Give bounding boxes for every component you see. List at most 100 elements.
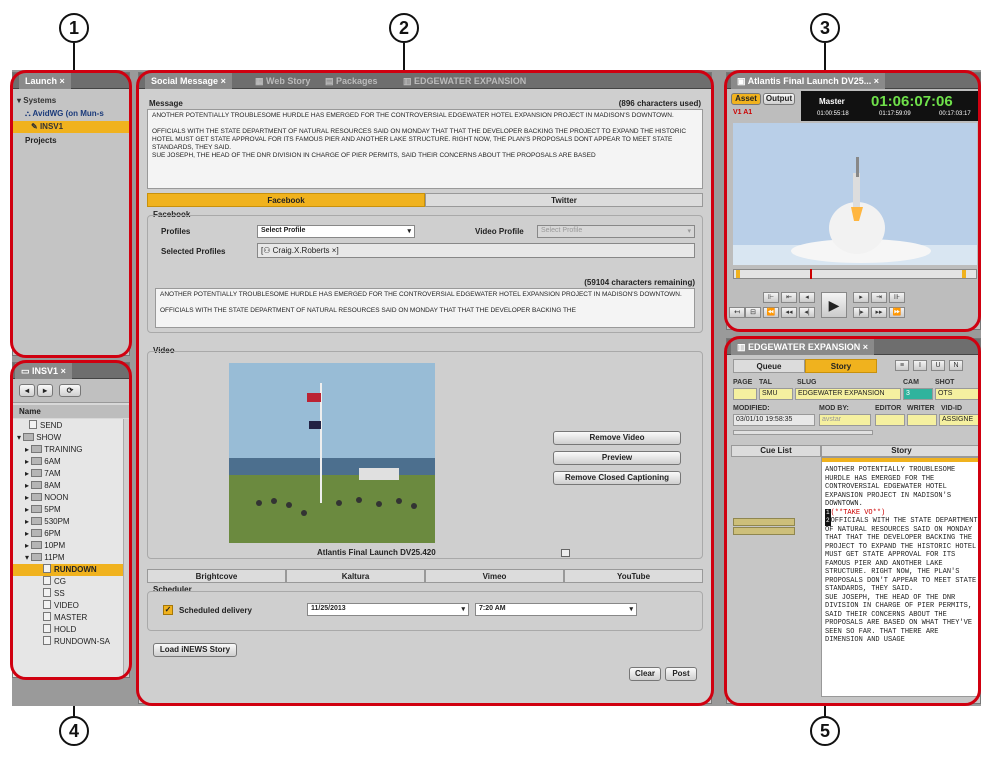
forward-button[interactable]: ▸ [37,384,53,397]
editor-field[interactable] [875,414,905,426]
tab-vimeo[interactable]: Vimeo [425,569,564,583]
slug-field[interactable]: EDGEWATER EXPANSION [795,388,901,400]
tab-facebook[interactable]: Facebook [147,193,425,207]
list-item[interactable]: ▸ 6PM [13,528,129,540]
player-timeline[interactable] [733,269,977,279]
list-item[interactable]: CG [13,576,129,588]
frame-forward-button[interactable]: |▸ [853,307,869,318]
fast-forward-button[interactable]: ⏩ [889,307,905,318]
close-icon[interactable]: × [61,366,66,376]
tab-brightcove[interactable]: Brightcove [147,569,286,583]
tab-story[interactable]: ▥ EDGEWATER EXPANSION × [731,339,874,355]
tree-avidwg[interactable]: ⛬ AvidWG (on Mun-s [25,108,129,120]
go-in-button[interactable]: ⇤ [781,292,797,303]
tree-insv1[interactable]: ✎ INSV1 [13,121,129,133]
tab-twitter[interactable]: Twitter [425,193,703,207]
out-marker[interactable] [962,270,966,278]
in-marker[interactable] [736,270,740,278]
form-scrollbar[interactable] [733,430,873,435]
rewind-button[interactable]: ⏪ [763,307,779,318]
step-back-button[interactable]: ◂ [799,292,815,303]
back-button[interactable]: ◂ [19,384,35,397]
queue-button[interactable]: Queue [733,359,805,373]
tab-insv1[interactable]: ▭ INSV1 × [15,363,72,379]
tab-social-message[interactable]: Social Message × [145,73,232,89]
date-select[interactable]: 11/25/2013 ▾ [307,603,469,616]
cue-list[interactable] [731,457,821,697]
tree-systems[interactable]: ▾ Systems [17,95,129,107]
frame-back-button[interactable]: ◂| [799,307,815,318]
underline-icon[interactable]: U [931,360,945,371]
list-item[interactable]: ▸ 8AM [13,480,129,492]
output-button[interactable]: Output [763,93,795,105]
italic-icon[interactable]: I [913,360,927,371]
remove-video-button[interactable]: Remove Video [553,431,681,445]
list-item[interactable]: ▸ 7AM [13,468,129,480]
tab-packages[interactable]: ▤ Packages [319,73,384,89]
loop-button[interactable]: ⊟ [745,307,761,318]
list-item[interactable]: SEND [13,420,129,432]
close-icon[interactable]: × [60,76,65,86]
cue-marker[interactable] [733,518,795,526]
tab-kaltura[interactable]: Kaltura [286,569,425,583]
normal-icon[interactable]: N [949,360,963,371]
facebook-textarea[interactable]: ANOTHER POTENTIALLY TROUBLESOME HURDLE H… [155,288,695,328]
remove-icon[interactable]: × [332,246,337,255]
list-item[interactable]: ▸ 10PM [13,540,129,552]
selected-profiles-field[interactable]: [⚇ Craig.X.Roberts ×] [257,243,695,258]
list-item[interactable]: SS [13,588,129,600]
mark-in-button[interactable]: ⊩ [763,292,779,303]
forward-button[interactable]: ▸▸ [871,307,887,318]
list-item[interactable]: VIDEO [13,600,129,612]
list-item[interactable]: ▾ 11PM [13,552,129,564]
play-button[interactable]: ▶ [821,292,847,318]
story-body[interactable]: ANOTHER POTENTIALLY TROUBLESOME HURDLE H… [821,457,980,697]
list-item[interactable]: ▸ 6AM [13,456,129,468]
tab-edgewater[interactable]: ▥ EDGEWATER EXPANSION [397,73,532,89]
cue-marker[interactable] [733,527,795,535]
list-item[interactable]: MASTER [13,612,129,624]
post-button[interactable]: Post [665,667,697,681]
cam-field[interactable]: 3 [903,388,933,400]
asset-button[interactable]: Asset [731,93,761,105]
load-inews-button[interactable]: Load iNEWS Story [153,643,237,657]
tab-web-story[interactable]: ▦ Web Story [249,73,316,89]
remove-cc-button[interactable]: Remove Closed Captioning [553,471,681,485]
shot-field[interactable]: OTS [935,388,980,400]
jog-start-button[interactable]: ↤ [729,307,745,318]
list-item[interactable]: ▸ TRAINING [13,444,129,456]
expand-icon[interactable]: ▾ [17,96,21,105]
story-button[interactable]: Story [805,359,877,373]
message-textarea[interactable]: ANOTHER POTENTIALLY TROUBLESOME HURDLE H… [147,109,703,189]
preview-button[interactable]: Preview [553,451,681,465]
scrollbar[interactable] [123,419,129,677]
back-button[interactable]: ◂◂ [781,307,797,318]
list-item[interactable]: ▸ NOON [13,492,129,504]
list-item[interactable]: HOLD [13,624,129,636]
name-header[interactable]: Name [13,405,129,418]
refresh-button[interactable]: ⟳ [59,384,81,397]
close-icon[interactable]: × [221,76,226,86]
scheduled-checkbox[interactable]: ✓ [163,605,173,615]
go-out-button[interactable]: ⇥ [871,292,887,303]
page-field[interactable] [733,388,757,400]
tab-player[interactable]: ▣ Atlantis Final Launch DV25... × [731,73,885,89]
tal-field[interactable]: SMU [759,388,793,400]
list-item-selected[interactable]: RUNDOWN [13,564,129,576]
tree-projects[interactable]: Projects [25,135,129,147]
clear-button[interactable]: Clear [629,667,661,681]
vidid-field[interactable]: ASSIGNE [939,414,980,426]
time-select[interactable]: 7:20 AM ▾ [475,603,637,616]
mark-out-button[interactable]: ⊪ [889,292,905,303]
video-profile-select[interactable]: Select Profile ▾ [537,225,695,238]
player-video-frame[interactable] [733,123,977,265]
profiles-select[interactable]: Select Profile ▾ [257,225,415,238]
step-forward-button[interactable]: ▸ [853,292,869,303]
playhead[interactable] [810,269,812,279]
tab-launch[interactable]: Launch × [19,73,71,89]
tab-youtube[interactable]: YouTube [564,569,703,583]
edit-icon[interactable] [561,549,570,557]
list-item[interactable]: ▸ 5PM [13,504,129,516]
list-item[interactable]: ▾ SHOW [13,432,129,444]
close-icon[interactable]: × [874,76,879,86]
